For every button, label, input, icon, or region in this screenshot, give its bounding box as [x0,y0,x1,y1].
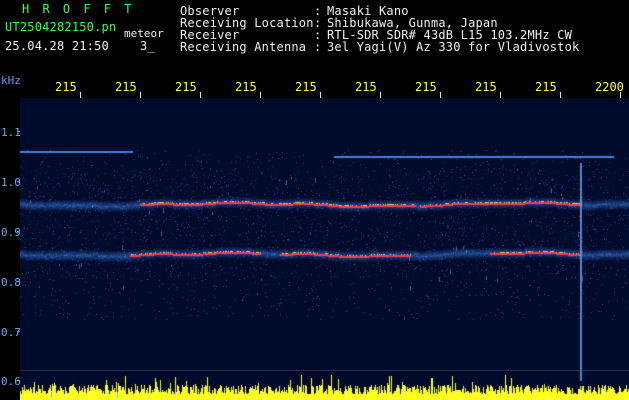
time-label-4: 215 [235,80,257,94]
time-label-6: 215 [355,80,377,94]
antenna-label: Receiving Antenna [180,40,307,54]
frequency-label-0-7: 0.7 [1,326,21,339]
frequency-label-1-0: 1.0 [1,176,21,189]
frequency-label-1-1: 1.1 [1,126,21,139]
frequency-label-0-9: 0.9 [1,226,21,239]
index-text: 3_ [140,39,155,53]
frequency-label-0-6: 0.6 [1,375,21,388]
brand-title: H R O F F T [22,2,135,16]
mode-text: meteor [124,27,164,40]
time-label-3: 215 [175,80,197,94]
spectrogram-canvas [20,98,629,400]
filename-text: UT2504282150.pn [5,20,117,34]
spectrogram-plot [20,98,629,400]
time-label-9: 215 [535,80,557,94]
frequency-label-0-8: 0.8 [1,276,21,289]
antenna-value: 3el Yagi(V) Az 330 for Vladivostok [327,40,580,54]
time-label-7: 215 [415,80,437,94]
time-label-1: 215 [55,80,77,94]
time-label-2: 215 [115,80,137,94]
datetime-text: 25.04.28 21:50 [5,39,109,53]
spectrogram-screen: H R O F F T UT2504282150.pn meteor 25.04… [0,0,629,400]
antenna-separator: : [314,40,322,54]
frequency-unit: kHz [1,74,21,87]
time-label-8: 215 [475,80,497,94]
time-label-5: 215 [295,80,317,94]
